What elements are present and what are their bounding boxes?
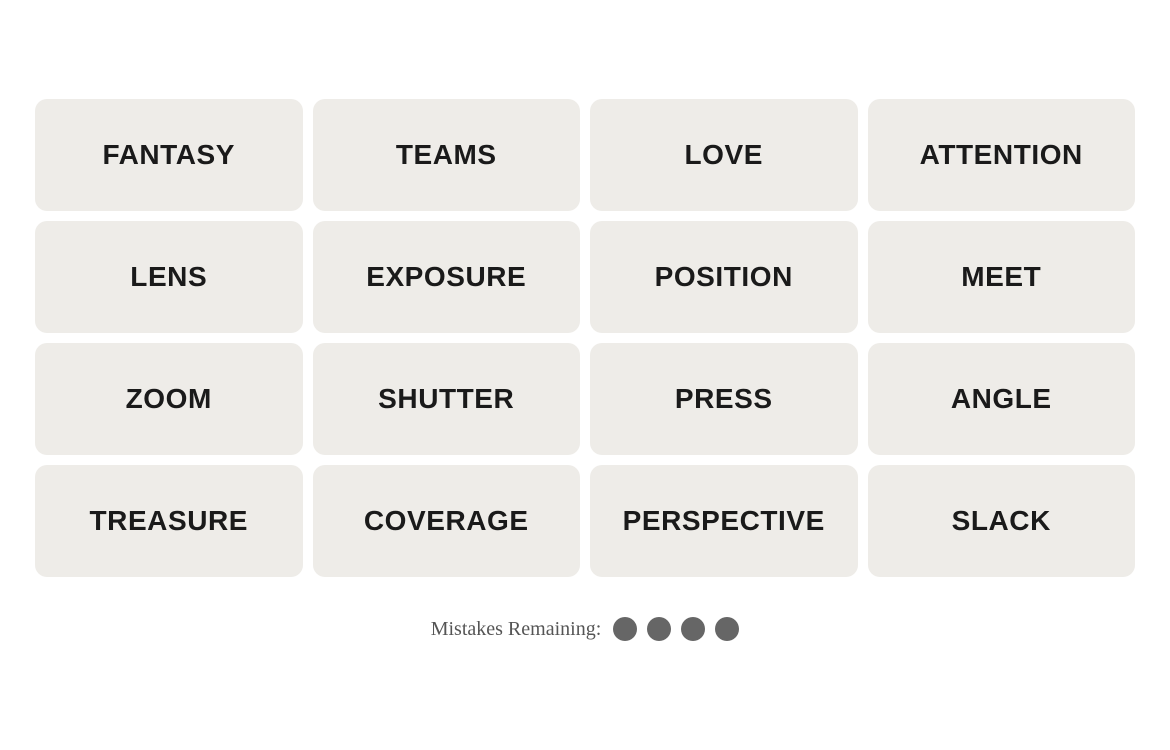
tile-position[interactable]: POSITION (590, 221, 858, 333)
tile-exposure[interactable]: EXPOSURE (313, 221, 581, 333)
tile-perspective[interactable]: PERSPECTIVE (590, 465, 858, 577)
tile-label-zoom: ZOOM (126, 383, 212, 415)
tile-label-treasure: TREASURE (90, 505, 249, 537)
tile-love[interactable]: LOVE (590, 99, 858, 211)
tile-label-love: LOVE (685, 139, 763, 171)
tile-label-fantasy: FANTASY (102, 139, 235, 171)
tile-slack[interactable]: SLACK (868, 465, 1136, 577)
tile-treasure[interactable]: TREASURE (35, 465, 303, 577)
tile-label-perspective: PERSPECTIVE (623, 505, 825, 537)
mistake-dot-3 (681, 617, 705, 641)
tile-label-press: PRESS (675, 383, 773, 415)
dots-container (613, 617, 739, 641)
tile-label-lens: LENS (130, 261, 207, 293)
tile-angle[interactable]: ANGLE (868, 343, 1136, 455)
mistake-dot-2 (647, 617, 671, 641)
tile-label-angle: ANGLE (951, 383, 1052, 415)
tile-press[interactable]: PRESS (590, 343, 858, 455)
tile-label-meet: MEET (961, 261, 1041, 293)
tile-label-position: POSITION (655, 261, 793, 293)
mistakes-label: Mistakes Remaining: (431, 618, 602, 641)
tile-zoom[interactable]: ZOOM (35, 343, 303, 455)
tile-label-exposure: EXPOSURE (366, 261, 526, 293)
tile-label-coverage: COVERAGE (364, 505, 529, 537)
word-grid: FANTASY TEAMS LOVE ATTENTION LENS EXPOSURE POS… (35, 99, 1135, 577)
tile-lens[interactable]: LENS (35, 221, 303, 333)
tile-attention[interactable]: ATTENTION (868, 99, 1136, 211)
tile-teams[interactable]: TEAMS (313, 99, 581, 211)
tile-fantasy[interactable]: FANTASY (35, 99, 303, 211)
mistake-dot-4 (715, 617, 739, 641)
tile-label-attention: ATTENTION (920, 139, 1083, 171)
tile-label-teams: TEAMS (396, 139, 497, 171)
tile-meet[interactable]: MEET (868, 221, 1136, 333)
footer: Mistakes Remaining: (431, 617, 740, 641)
tile-shutter[interactable]: SHUTTER (313, 343, 581, 455)
tile-label-shutter: SHUTTER (378, 383, 514, 415)
mistake-dot-1 (613, 617, 637, 641)
tile-label-slack: SLACK (952, 505, 1051, 537)
tile-coverage[interactable]: COVERAGE (313, 465, 581, 577)
main-container: FANTASY TEAMS LOVE ATTENTION LENS EXPOSURE POS… (35, 79, 1135, 671)
